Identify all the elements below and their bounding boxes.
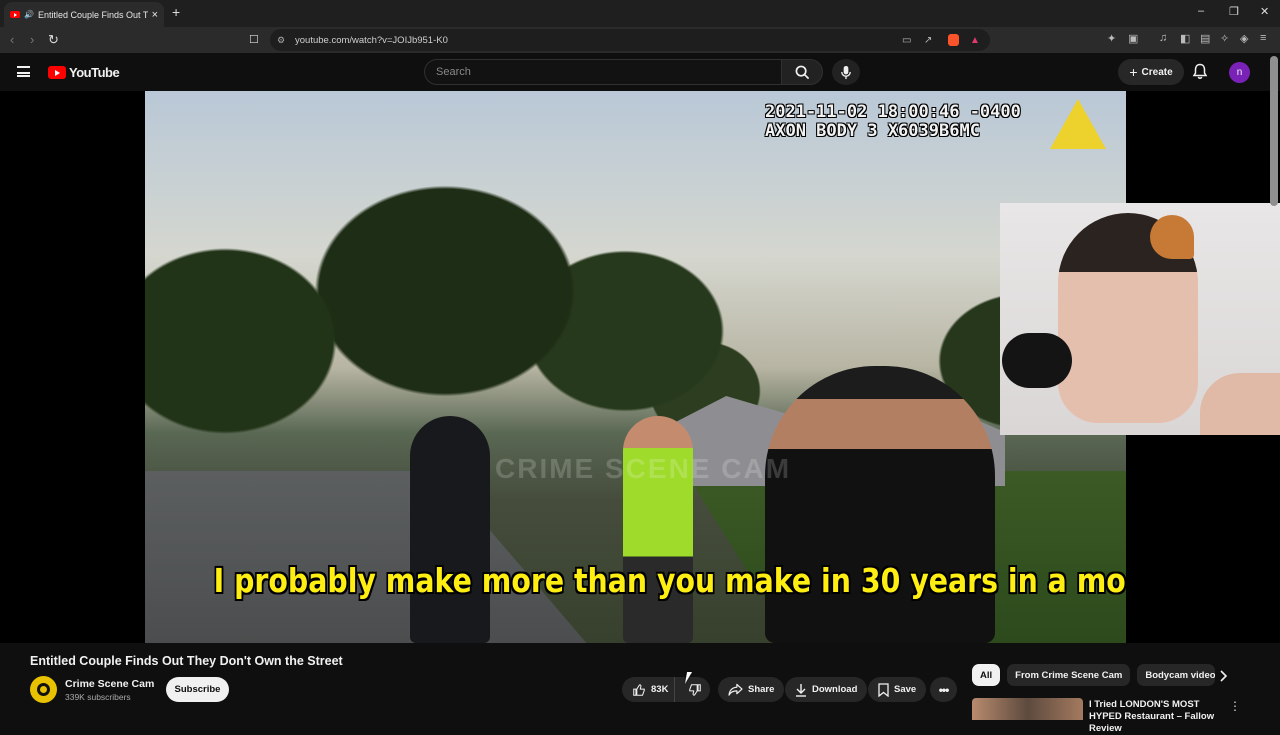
browser-tab-title: Entitled Couple Finds Out They Don't Own… <box>37 9 148 20</box>
download-label: Download <box>812 684 858 695</box>
rewards-icon[interactable]: ▲ <box>970 35 980 46</box>
channel-watermark: CRIME SCENE CAM <box>495 453 792 484</box>
wallet2-icon[interactable]: ▤ <box>1200 32 1210 45</box>
youtube-play-icon <box>48 66 66 79</box>
subscriber-count: 339K subscribers <box>65 692 131 702</box>
search-icon <box>795 65 809 79</box>
thumbs-down-icon <box>689 683 701 696</box>
extensions-icon[interactable]: ✦ <box>1107 32 1116 45</box>
bodycam-timestamp-line1: 2021-11-02 18:00:46 -0400 <box>765 102 1021 122</box>
url-field[interactable]: ⚙ youtube.com/watch?v=JOIJb951-K0 ▭ ↗ ▲ <box>270 29 990 51</box>
menu-icon[interactable]: ≡ <box>1260 32 1266 44</box>
streamer-webcam-overlay <box>1000 203 1280 435</box>
recommended-video-title[interactable]: I Tried LONDON'S MOST HYPED Restaurant –… <box>1089 699 1229 735</box>
chevron-right-icon[interactable] <box>1216 669 1230 683</box>
share-page-icon[interactable]: ↗ <box>924 35 932 46</box>
create-label: Create <box>1141 66 1173 78</box>
channel-avatar[interactable] <box>30 676 57 703</box>
account-avatar[interactable]: n <box>1229 62 1250 83</box>
notifications-bell-icon[interactable] <box>1192 63 1208 80</box>
more-horizontal-icon: ••• <box>938 682 950 697</box>
more-actions-button[interactable]: ••• <box>930 677 957 702</box>
search-input[interactable]: Search <box>424 59 782 85</box>
chip-from-channel[interactable]: From Crime Scene Cam <box>1007 664 1131 686</box>
forward-icon[interactable]: › <box>30 32 34 47</box>
like-count: 83K <box>651 684 669 695</box>
share-arrow-icon <box>728 683 743 696</box>
like-dislike-group: 83K <box>622 677 710 702</box>
bodycam-timestamp-line2: AXON BODY 3 X6039B6MC <box>765 121 980 141</box>
chip-all[interactable]: All <box>972 664 1001 686</box>
create-button[interactable]: + Create <box>1118 59 1184 85</box>
webcam-microphone <box>1002 333 1072 388</box>
related-filter-chips: All From Crime Scene Cam Bodycam videos <box>972 664 1216 686</box>
webcam-shoulder <box>1200 373 1280 435</box>
search-button[interactable] <box>781 59 823 85</box>
close-tab-icon[interactable]: × <box>152 9 158 21</box>
browser-tab-strip: 🔊 Entitled Couple Finds Out They Don't O… <box>0 0 1280 27</box>
dislike-button[interactable] <box>680 683 710 697</box>
bodycam-timestamp: 2021-11-02 18:00:46 -0400 AXON BODY 3 X60… <box>765 103 1021 141</box>
video-player[interactable]: 2021-11-02 18:00:46 -0400 AXON BODY 3 X60… <box>0 91 1280 643</box>
youtube-favicon-icon <box>10 11 20 18</box>
minimize-icon[interactable]: – <box>1198 5 1204 17</box>
reload-icon[interactable]: ↻ <box>48 32 59 48</box>
browser-tab[interactable]: 🔊 Entitled Couple Finds Out They Don't O… <box>4 2 164 27</box>
speaker-icon: 🔊 <box>24 10 34 19</box>
recommended-video-thumbnail[interactable] <box>972 698 1083 720</box>
save-button[interactable]: Save <box>868 677 927 702</box>
wallet-icon[interactable]: ▣ <box>1128 32 1138 45</box>
channel-name[interactable]: Crime Scene Cam <box>65 678 154 690</box>
youtube-masthead: YouTube Search + Create n <box>0 53 1280 91</box>
webcam-animal-ear <box>1150 215 1194 259</box>
voice-search-button[interactable] <box>832 59 860 85</box>
save-label: Save <box>894 684 917 695</box>
url-text: youtube.com/watch?v=JOIJb951-K0 <box>295 34 448 46</box>
video-officer <box>410 416 490 643</box>
plus-icon: + <box>1129 64 1138 80</box>
video-title: Entitled Couple Finds Out They Don't Own… <box>30 654 343 668</box>
video-subtitle: I probably make more than you make in 30… <box>213 561 1126 600</box>
axon-logo-icon <box>1050 99 1106 149</box>
media-icon[interactable]: ♫ <box>1159 32 1167 44</box>
download-button[interactable]: Download <box>785 677 868 702</box>
youtube-logo[interactable]: YouTube <box>48 65 120 80</box>
thumbs-up-icon <box>633 683 645 696</box>
brave-shield-icon[interactable] <box>948 34 959 46</box>
share-label: Share <box>748 684 775 695</box>
bookmark-icon[interactable]: ☐ <box>249 33 259 46</box>
video-man-green-shirt <box>623 416 693 643</box>
page-scrollbar[interactable] <box>1270 56 1278 206</box>
like-button[interactable]: 83K <box>622 677 676 702</box>
recommended-more-icon[interactable]: ⋮ <box>1229 699 1241 713</box>
leo-ai-icon[interactable]: ✧ <box>1220 32 1229 45</box>
guide-menu-icon[interactable] <box>17 66 30 77</box>
share-button[interactable]: Share <box>718 677 785 702</box>
microphone-icon <box>841 65 851 79</box>
back-icon[interactable]: ‹ <box>10 32 14 47</box>
download-icon <box>796 683 806 697</box>
address-bar-row: ‹ › ↻ ☐ ⚙ youtube.com/watch?v=JOIJb951-K… <box>0 27 1280 53</box>
avatar-letter: n <box>1236 67 1243 78</box>
close-window-icon[interactable]: ✕ <box>1260 5 1269 18</box>
chip-bodycam-videos[interactable]: Bodycam videos <box>1137 664 1216 686</box>
video-man-black-shirt <box>765 366 995 643</box>
video-frame[interactable]: 2021-11-02 18:00:46 -0400 AXON BODY 3 X60… <box>145 91 1126 643</box>
cast-icon[interactable]: ▭ <box>902 35 911 46</box>
vpn-icon[interactable]: ◈ <box>1240 32 1248 45</box>
channel-avatar-ring-icon <box>37 683 50 696</box>
subscribe-button[interactable]: Subscribe <box>166 677 229 702</box>
restore-icon[interactable]: ❐ <box>1229 5 1239 18</box>
new-tab-icon[interactable]: + <box>172 4 180 20</box>
site-info-icon[interactable]: ⚙ <box>277 35 285 46</box>
save-bookmark-icon <box>878 682 889 697</box>
youtube-logo-text: YouTube <box>69 65 120 80</box>
sidebar-toggle-icon[interactable]: ◧ <box>1180 32 1190 45</box>
search-placeholder: Search <box>436 66 471 78</box>
